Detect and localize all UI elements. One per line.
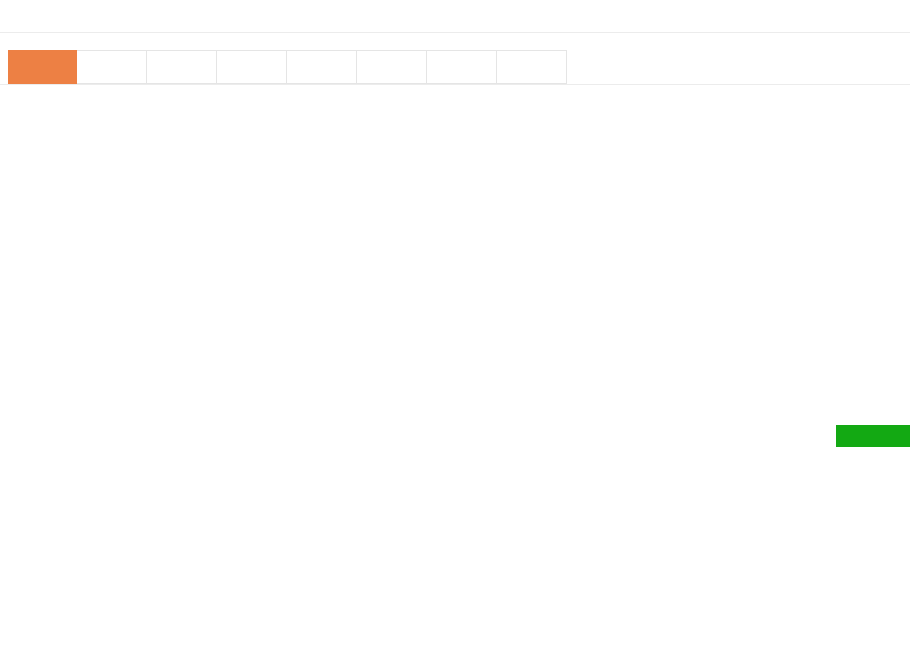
kline-page [0,0,910,645]
tabbar-bottom-divider [0,84,910,85]
current-price-badge [836,425,910,447]
timeframe-tabs [8,50,567,84]
header-divider [0,32,910,33]
kline-chart-canvas[interactable] [0,0,910,645]
tab-5min[interactable] [217,51,287,83]
tab-day[interactable] [8,50,77,84]
tab-week[interactable] [77,51,147,83]
tab-30min[interactable] [357,51,427,83]
tab-4hour[interactable] [497,51,566,83]
tab-month[interactable] [147,51,217,83]
tab-60min[interactable] [427,51,497,83]
tab-15min[interactable] [287,51,357,83]
